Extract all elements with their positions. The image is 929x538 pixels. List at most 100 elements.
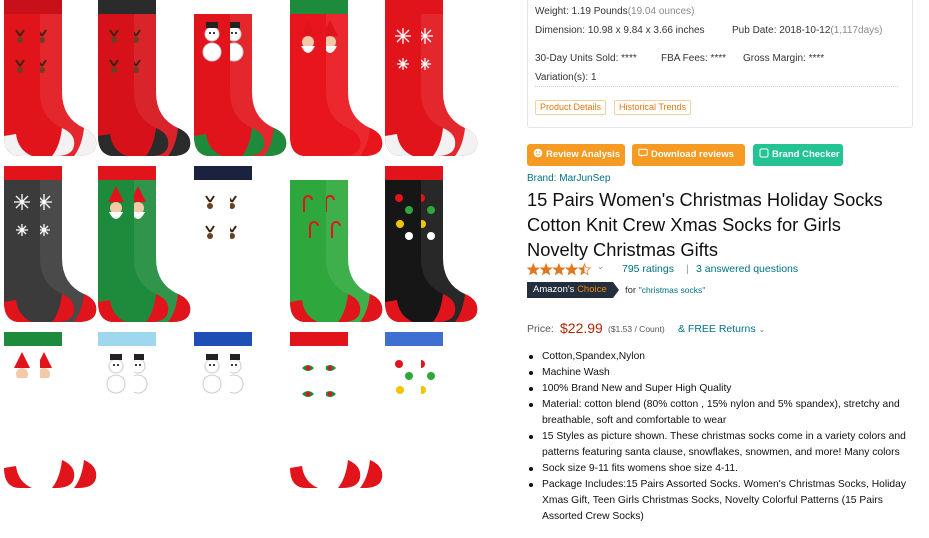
sock-pair-icon — [385, 166, 478, 322]
choice-keyword-line: for "christmas socks" — [625, 285, 705, 296]
comment-icon — [638, 148, 648, 158]
sock-pair-icon — [385, 0, 478, 156]
pubdate-value: 2018-10-12 — [779, 25, 831, 36]
download-reviews-button[interactable]: Download reviews — [632, 144, 745, 166]
ratings-count-link[interactable]: 795 ratings — [622, 263, 674, 275]
variation-label: Variation(s): — [535, 72, 589, 83]
brand-checker-label: Brand Checker — [772, 149, 840, 160]
price-label: Price: — [527, 323, 554, 335]
sock-pair-image[interactable] — [288, 166, 388, 326]
choice-for-label: for — [625, 285, 637, 296]
free-returns-link[interactable]: & FREE Returns ⌄ — [678, 323, 765, 335]
chevron-down-icon: ⌄ — [758, 325, 766, 334]
sock-pair-image[interactable] — [2, 332, 102, 492]
margin-info: Gross Margin: **** — [743, 53, 824, 64]
sock-pair-icon — [98, 166, 191, 322]
sock-pair-icon — [290, 332, 383, 488]
review-analysis-button[interactable]: Review Analysis — [527, 144, 625, 166]
brand-link[interactable]: Brand: MarJunSep — [527, 173, 610, 184]
pubdate-sub: (1,117days) — [830, 25, 883, 36]
sock-pair-image[interactable] — [288, 332, 388, 492]
list-item: Sock size 9-11 fits womens shoe size 4-1… — [527, 461, 917, 477]
price-per-unit: ($1.53 / Count) — [608, 324, 665, 334]
brand-checker-button[interactable]: Brand Checker — [753, 144, 843, 166]
units-label: 30-Day Units Sold: — [535, 53, 619, 64]
sock-pair-icon — [4, 0, 97, 156]
pubdate-info: Pub Date: 2018-10-12(1,117days) — [732, 25, 883, 36]
list-item: Cotton,Spandex,Nylon — [527, 349, 917, 365]
star-rating-icon[interactable] — [527, 263, 591, 276]
tab-historical-trends[interactable]: Historical Trends — [614, 100, 692, 115]
sock-pair-icon — [194, 332, 287, 488]
star-icon — [527, 263, 540, 276]
units-sold-info: 30-Day Units Sold: **** — [535, 53, 637, 64]
price-value: $22.99 — [560, 320, 603, 336]
product-title: 15 Pairs Women's Christmas Holiday Socks… — [527, 187, 917, 262]
list-item: Machine Wash — [527, 365, 917, 381]
star-icon — [539, 263, 553, 276]
sock-pair-icon — [98, 332, 191, 488]
sock-pair-image[interactable] — [383, 332, 483, 492]
sock-pair-icon — [4, 166, 97, 322]
sock-pair-icon — [385, 332, 478, 488]
title-line: 15 Pairs Women's Christmas Holiday Socks — [527, 189, 883, 210]
sock-pair-image[interactable] — [192, 166, 292, 326]
fba-info: FBA Fees: **** — [661, 53, 726, 64]
margin-value: **** — [808, 53, 825, 64]
sock-pair-image[interactable] — [192, 332, 292, 492]
review-analysis-label: Review Analysis — [546, 149, 621, 160]
variation-value: 1 — [590, 72, 597, 83]
dimension-info: Dimension: 10.98 x 9.84 x 3.66 inches — [535, 25, 705, 36]
star-icon — [577, 263, 591, 276]
separator: | — [686, 263, 689, 275]
dimension-label: Dimension: — [535, 25, 586, 36]
amazons-choice-badge: Amazon's Choice — [527, 282, 619, 298]
units-value: **** — [621, 53, 637, 64]
sock-pair-icon — [4, 332, 97, 488]
sock-pair-image[interactable] — [96, 0, 196, 160]
chevron-down-icon[interactable]: ⌄ — [597, 262, 604, 271]
title-line: Cotton Knit Crew Xmas Socks for Girls — [527, 214, 841, 235]
sock-pair-image[interactable] — [96, 332, 196, 492]
variation-info: Variation(s): 1 — [535, 72, 597, 83]
weight-label: Weight: — [535, 6, 569, 17]
fba-label: FBA Fees: — [661, 53, 708, 64]
sock-pair-image[interactable] — [96, 166, 196, 326]
free-returns-label: & FREE Returns — [678, 323, 756, 335]
weight-sub: (19.04 ounces) — [627, 6, 695, 17]
choice-keyword-link[interactable]: "christmas socks" — [639, 285, 706, 295]
sock-pair-image[interactable] — [192, 0, 292, 160]
download-reviews-label: Download reviews — [651, 149, 734, 160]
sock-pair-icon — [290, 0, 383, 156]
tab-product-details[interactable]: Product Details — [535, 100, 607, 115]
list-item: 100% Brand New and Super High Quality — [527, 381, 917, 397]
weight-info: Weight: 1.19 Pounds(19.04 ounces) — [535, 6, 694, 17]
sock-pair-icon — [194, 166, 287, 322]
list-item: Package Includes:15 Pairs Assorted Socks… — [527, 477, 917, 525]
sock-pair-image[interactable] — [2, 166, 102, 326]
sock-pair-icon — [98, 0, 191, 156]
smile-icon — [533, 148, 543, 158]
checkbox-icon — [759, 148, 769, 158]
feature-bullets: Cotton,Spandex,Nylon Machine Wash 100% B… — [527, 349, 917, 525]
margin-label: Gross Margin: — [743, 53, 806, 64]
choice-suffix: Choice — [577, 284, 607, 295]
sock-pair-image[interactable] — [383, 0, 483, 160]
fba-value: **** — [710, 53, 727, 64]
sock-pair-icon — [290, 166, 383, 322]
star-icon — [552, 263, 566, 276]
answered-questions-link[interactable]: 3 answered questions — [696, 263, 798, 275]
list-item: 15 Styles as picture shown. These christ… — [527, 429, 917, 461]
dimension-value: 10.98 x 9.84 x 3.66 inches — [587, 25, 705, 36]
list-item: Material: cotton blend (80% cotton , 15%… — [527, 397, 917, 429]
choice-prefix: Amazon's — [533, 284, 575, 295]
sock-pair-image[interactable] — [2, 0, 102, 160]
product-image-gallery[interactable] — [0, 0, 500, 538]
sock-pair-image[interactable] — [383, 166, 483, 326]
info-divider — [535, 86, 898, 87]
product-info-panel: Weight: 1.19 Pounds(19.04 ounces) Dimens… — [527, 0, 913, 128]
sock-pair-icon — [194, 0, 287, 156]
star-icon — [565, 263, 579, 276]
weight-value: 1.19 Pounds — [571, 6, 628, 17]
sock-pair-image[interactable] — [288, 0, 388, 160]
